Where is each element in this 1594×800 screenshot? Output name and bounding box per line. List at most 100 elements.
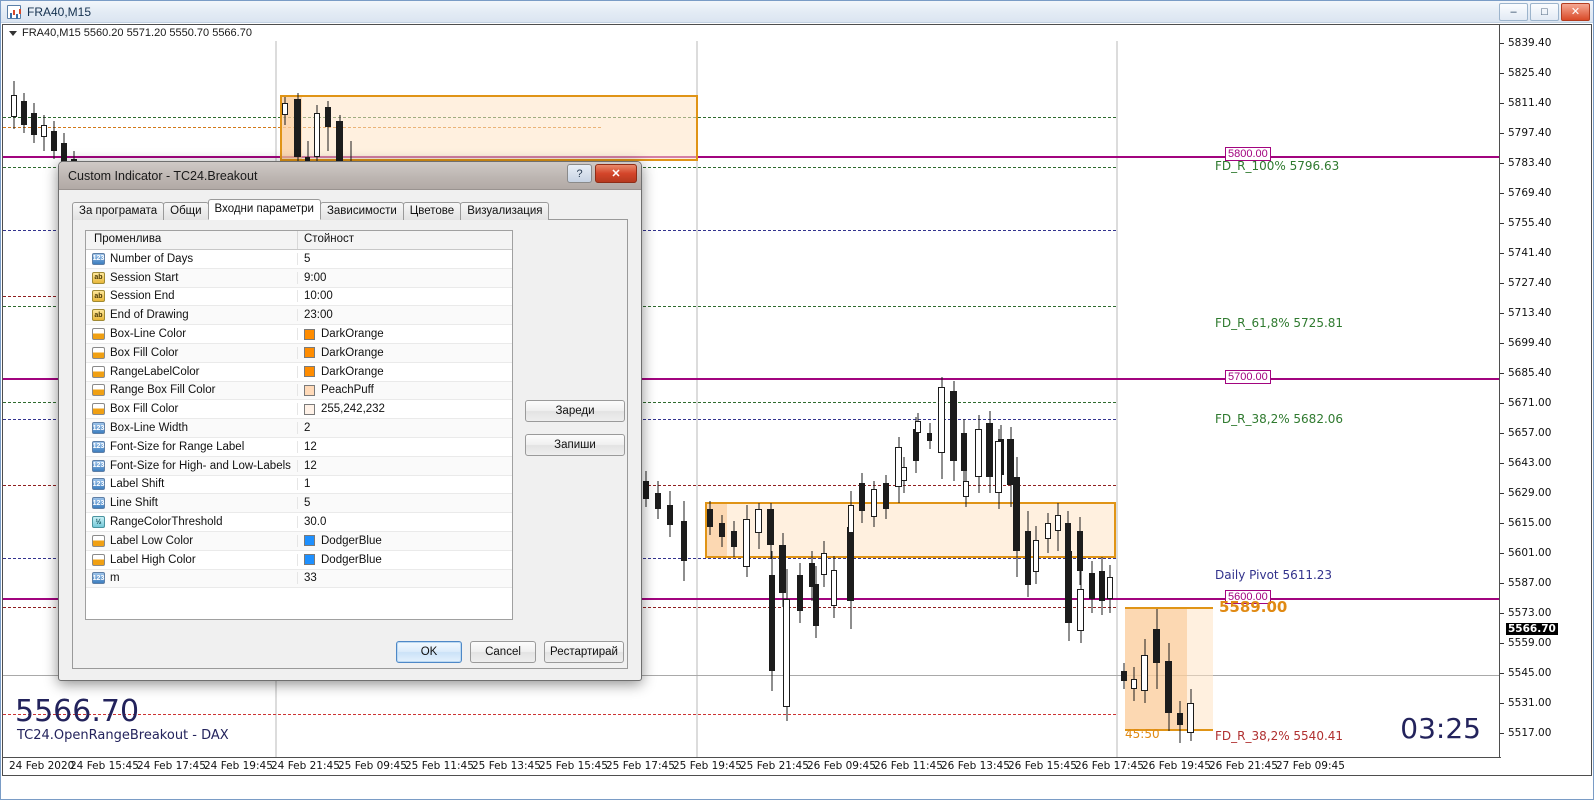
table-row[interactable]: 123 Box-Line Width 2: [86, 419, 512, 438]
table-row[interactable]: ab End of Drawing 23:00: [86, 306, 512, 326]
candle: [1165, 643, 1172, 731]
day-separator: [1116, 41, 1118, 759]
close-button[interactable]: ✕: [1561, 3, 1590, 21]
table-row[interactable]: 123 Number of Days 5: [86, 250, 512, 269]
param-value[interactable]: 255,242,232: [321, 403, 385, 415]
param-value[interactable]: DarkOrange: [321, 347, 384, 359]
table-row[interactable]: Label High Color DodgerBlue: [86, 551, 512, 570]
tab-about[interactable]: За програмата: [72, 202, 165, 220]
param-value[interactable]: DodgerBlue: [321, 535, 382, 547]
candle: [1187, 689, 1194, 741]
string-icon: ab: [92, 271, 105, 284]
time-tick: 25 Feb 17:45: [606, 760, 675, 772]
dialog-body: За програмата Общи Входни параметри Зави…: [64, 194, 636, 675]
parameters-grid[interactable]: Променлива Стойност 123 Number of Days 5…: [85, 230, 513, 620]
param-value[interactable]: 2: [304, 422, 310, 434]
tab-inputs[interactable]: Входни параметри: [207, 199, 321, 220]
param-value[interactable]: 9:00: [304, 272, 326, 284]
price-tick: 5699.40: [1500, 337, 1551, 349]
param-value[interactable]: 1: [304, 478, 310, 490]
param-value[interactable]: 12: [304, 441, 317, 453]
candle: [769, 551, 775, 691]
table-row[interactable]: ab Session Start 9:00: [86, 268, 512, 288]
range-high-label: 5589.00: [1219, 598, 1288, 616]
param-value[interactable]: 5: [304, 253, 310, 265]
dialog-close-button[interactable]: ✕: [595, 164, 637, 183]
application-window: FRA40,M15 – □ ✕ FRA40,M15 5560.20 5571.2…: [0, 0, 1594, 800]
range-duration-label: 45:50: [1125, 727, 1160, 741]
string-icon: ab: [92, 309, 105, 322]
candle: [1099, 557, 1105, 615]
cancel-button[interactable]: Cancel: [470, 641, 536, 663]
candle: [831, 556, 837, 618]
candle: [938, 377, 945, 479]
annotation-fd-r-382-low: FD_R_38,2% 5540.41: [1215, 729, 1344, 743]
param-value[interactable]: 10:00: [304, 290, 333, 302]
candle: [51, 121, 57, 159]
param-value[interactable]: PeachPuff: [321, 384, 374, 396]
candle: [995, 429, 1002, 509]
table-row[interactable]: ½ RangeColorThreshold 30.0: [86, 513, 512, 532]
param-value[interactable]: DodgerBlue: [321, 554, 382, 566]
table-row[interactable]: Box Fill Color 255,242,232: [86, 400, 512, 420]
tab-visualization[interactable]: Визуализация: [460, 202, 550, 220]
dialog-tabs[interactable]: За програмата Общи Входни параметри Зави…: [72, 199, 628, 220]
table-row[interactable]: Label Low Color DodgerBlue: [86, 531, 512, 551]
table-row[interactable]: 123 Label Shift 1: [86, 476, 512, 495]
chevron-down-icon[interactable]: [9, 30, 17, 36]
param-name: Label Shift: [110, 478, 165, 491]
candle: [797, 563, 803, 623]
ok-button[interactable]: OK: [396, 641, 462, 663]
param-value[interactable]: 5: [304, 497, 310, 509]
custom-indicator-dialog[interactable]: Custom Indicator - TC24.Breakout ? ✕ За …: [58, 161, 642, 681]
maximize-button[interactable]: □: [1530, 3, 1559, 21]
candle: [783, 569, 790, 721]
candle: [859, 473, 865, 523]
tab-dependencies[interactable]: Зависимости: [319, 202, 404, 220]
time-scale[interactable]: 24 Feb 2020 24 Feb 15:45 24 Feb 17:45 24…: [3, 757, 1501, 775]
param-value[interactable]: DarkOrange: [321, 366, 384, 378]
help-button[interactable]: ?: [567, 164, 592, 183]
param-value[interactable]: DarkOrange: [321, 328, 384, 340]
tab-colors[interactable]: Цветове: [402, 202, 462, 220]
table-row[interactable]: 123 Font-Size for Range Label 12: [86, 438, 512, 457]
candle: [667, 491, 673, 537]
time-tick: 26 Feb 19:45: [1142, 760, 1211, 772]
param-value[interactable]: 12: [304, 460, 317, 472]
candle: [743, 505, 750, 577]
tab-common[interactable]: Общи: [163, 202, 209, 220]
annotation-fd-r-100: FD_R_100% 5796.63: [1215, 159, 1340, 173]
table-row[interactable]: Box Fill Color DarkOrange: [86, 343, 512, 363]
time-tick: 25 Feb 19:45: [673, 760, 742, 772]
minimize-button[interactable]: –: [1499, 3, 1528, 21]
param-value[interactable]: 23:00: [304, 309, 333, 321]
countdown-clock: 03:25: [1400, 712, 1481, 745]
time-tick: 24 Feb 19:45: [204, 760, 273, 772]
table-row[interactable]: 123 m 33: [86, 569, 512, 589]
candle: [1077, 571, 1084, 643]
dialog-titlebar[interactable]: Custom Indicator - TC24.Breakout ? ✕: [59, 162, 641, 190]
param-name: m: [110, 572, 120, 585]
price-tick: 5839.40: [1500, 37, 1551, 49]
candle: [1131, 667, 1137, 701]
time-tick: 25 Feb 13:45: [472, 760, 541, 772]
price-tick: 5811.40: [1500, 97, 1551, 109]
table-row[interactable]: RangeLabelColor DarkOrange: [86, 363, 512, 382]
candle: [31, 103, 37, 143]
load-button[interactable]: Зареди: [525, 400, 625, 422]
table-row[interactable]: 123 Line Shift 5: [86, 494, 512, 514]
color-swatch: [304, 535, 315, 547]
param-value[interactable]: 30.0: [304, 516, 326, 528]
grid-header-variable: Променлива: [86, 231, 298, 249]
table-row[interactable]: Range Box Fill Color PeachPuff: [86, 381, 512, 401]
restart-button[interactable]: Рестартирай: [544, 641, 624, 663]
table-row[interactable]: Box-Line Color DarkOrange: [86, 325, 512, 344]
table-row[interactable]: 123 Font-Size for High- and Low-Labels 1…: [86, 456, 512, 476]
price-scale[interactable]: 5839.40 5825.40 5811.40 5797.40 5783.40 …: [1499, 25, 1591, 775]
save-button[interactable]: Запиши: [525, 434, 625, 456]
price-tick: 5685.40: [1500, 367, 1551, 379]
color-icon: [92, 346, 105, 359]
param-value[interactable]: 33: [304, 572, 317, 584]
table-row[interactable]: ab Session End 10:00: [86, 288, 512, 307]
price-tick: 5783.40: [1500, 157, 1551, 169]
